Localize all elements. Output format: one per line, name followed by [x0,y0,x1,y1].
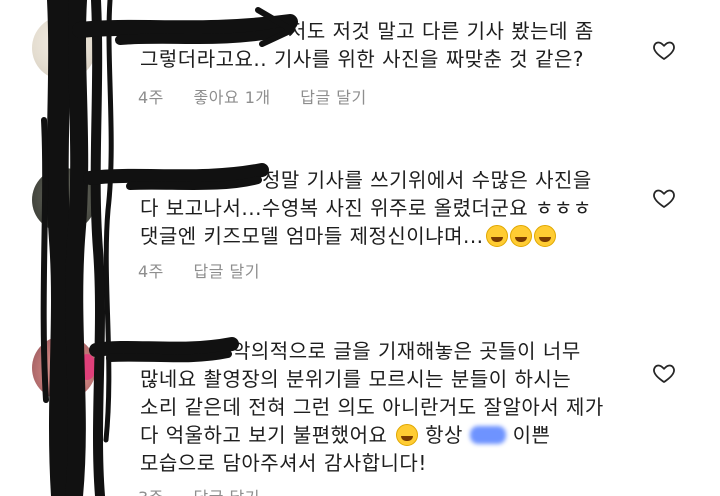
timestamp: 3주 [138,488,164,496]
comment-line: 많네요 촬영장의 분위기를 모르시는 분들이 하시는 [140,367,572,391]
avatar[interactable] [32,168,96,232]
grinning-sweat-emoji [533,225,556,247]
comment-line: 댓글엔 키즈모델 엄마들 제정신이냐며... [140,222,640,250]
reply-button[interactable]: 답글 달기 [194,262,260,281]
avatar[interactable] [32,16,96,80]
blurred-name [469,426,506,444]
comment-line-text: 댓글엔 키즈모델 엄마들 제정신이냐며... [140,224,484,248]
comment-line: 정말 기사를 쓰기위에서 수많은 사진을 [262,168,592,192]
heart-outline-icon[interactable] [652,186,676,210]
crying-face-emoji [396,424,419,446]
comment-line: 다 억울하고 보기 불편했어요 항상 이쁜 [140,421,640,449]
comment-line: 저도 저것 말고 다른 기사 봤는데 좀 [288,19,594,43]
grinning-sweat-emoji [485,225,508,247]
reply-button[interactable]: 답글 달기 [194,488,260,496]
heart-outline-icon[interactable] [652,38,676,62]
comment-line-text: 다 억울하고 보기 불편했어요 [140,423,388,447]
comment-line-text: 이쁜 [512,423,551,447]
grinning-sweat-emoji [509,225,532,247]
comment-line: 모습으로 담아주셔서 감사합니다! [140,451,427,475]
heart-outline-icon[interactable] [652,361,676,385]
avatar[interactable] [32,336,96,400]
timestamp: 4주 [138,262,164,281]
comment-text: 악의적으로 글을 기재해놓은 곳들이 너무 많네요 촬영장의 분위기를 모르시는… [140,337,640,477]
comment-line: 악의적으로 글을 기재해놓은 곳들이 너무 [232,339,581,363]
comment-line: 다 보고나서...수영복 사진 위주로 올렸더군요 ㅎㅎㅎ [140,196,592,220]
timestamp: 4주 [138,88,164,107]
comment-meta: 4주 답글 달기 [138,258,284,282]
comment-text: 정말 기사를 쓰기위에서 수많은 사진을 다 보고나서...수영복 사진 위주로… [140,166,640,250]
comment-line: 그렇더라고요.. 기사를 위한 사진을 짜맞춘 것 같은? [140,47,584,71]
comment-meta: 3주 답글 달기 [138,484,284,496]
likes-count[interactable]: 좋아요 1개 [194,88,271,107]
comment-meta: 4주 좋아요 1개 답글 달기 [138,84,391,108]
comment-line-text: 항상 [425,423,463,447]
comment-text: 저도 저것 말고 다른 기사 봤는데 좀 그렇더라고요.. 기사를 위한 사진을… [140,17,640,73]
comment-line: 소리 같은데 전혀 그런 의도 아니란거도 잘알아서 제가 [140,395,604,419]
reply-button[interactable]: 답글 달기 [300,88,366,107]
